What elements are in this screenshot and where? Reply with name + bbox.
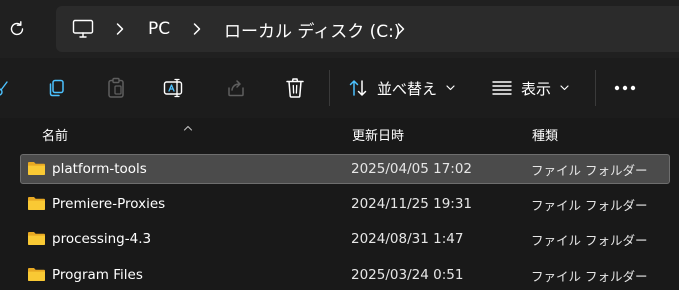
delete-button[interactable] [279,70,311,106]
view-button[interactable]: 表示 [492,70,569,106]
refresh-icon [10,21,24,36]
this-pc-button[interactable] [72,6,94,52]
sort-ascending-icon [183,116,193,135]
command-bar: 並べ替え 表示 [0,58,679,118]
address-bar[interactable]: PC ローカル ディスク (C:) [56,6,679,52]
view-label: 表示 [521,79,552,98]
more-icon [614,85,636,91]
breadcrumb-chevron-icon[interactable] [192,6,202,52]
paste-button[interactable] [100,70,132,106]
more-options-button[interactable] [610,70,640,106]
file-row[interactable]: platform-tools 2025/04/05 17:02 ファイル フォルダー [20,154,670,184]
file-modified-date: 2025/03/24 0:51 [351,267,464,283]
file-modified-date: 2025/04/05 17:02 [351,161,473,177]
clipboard-icon [108,77,124,98]
column-header-type[interactable]: 種類 [532,118,558,150]
folder-icon [27,161,46,180]
breadcrumb-pc[interactable]: PC [148,6,170,52]
chevron-down-icon [560,85,569,91]
sort-label: 並べ替え [377,79,438,98]
copy-button[interactable] [40,70,72,106]
column-header-date[interactable]: 更新日時 [352,118,404,150]
cut-button[interactable] [0,70,10,106]
toolbar-divider [329,70,330,106]
rename-button[interactable] [158,70,192,106]
folder-icon [27,267,46,286]
sort-button[interactable]: 並べ替え [348,70,455,106]
file-explorer-window: PC ローカル ディスク (C:) 並べ替え 表示 名前 更新日時 種類 pla… [0,0,679,290]
file-name: platform-tools [52,161,147,177]
copy-icon [49,79,64,97]
refresh-button[interactable] [2,14,32,44]
trash-icon [286,78,304,98]
file-type: ファイル フォルダー [531,232,648,248]
file-type: ファイル フォルダー [531,268,648,284]
breadcrumb-local-disk[interactable]: ローカル ディスク (C:) [224,6,400,52]
file-type: ファイル フォルダー [531,197,648,213]
file-name: Premiere-Proxies [52,196,166,212]
rename-icon [163,78,183,98]
monitor-icon [72,19,94,38]
breadcrumb-chevron-icon[interactable] [396,6,406,52]
sort-arrows-icon [349,80,367,96]
column-header-row: 名前 更新日時 種類 [0,118,679,150]
scissors-icon [0,81,8,96]
file-type: ファイル フォルダー [531,162,648,178]
file-name: Program Files [52,267,143,283]
folder-icon [27,231,46,250]
toolbar-divider [595,70,596,106]
file-name: processing-4.3 [52,231,152,247]
view-list-icon [492,81,512,95]
file-row[interactable]: processing-4.3 2024/08/31 1:47 ファイル フォルダー [20,224,670,254]
share-button[interactable] [220,70,252,106]
address-bar-row: PC ローカル ディスク (C:) [0,0,679,58]
column-header-name[interactable]: 名前 [42,118,68,150]
share-icon [228,80,244,97]
file-row[interactable]: Premiere-Proxies 2024/11/25 19:31 ファイル フォル… [20,189,670,219]
chevron-down-icon [446,85,455,91]
folder-icon [27,196,46,215]
file-modified-date: 2024/08/31 1:47 [351,231,464,247]
file-modified-date: 2024/11/25 19:31 [351,196,473,212]
file-row[interactable]: Program Files 2025/03/24 0:51 ファイル フォルダー [20,260,670,290]
breadcrumb-chevron-icon[interactable] [115,6,125,52]
